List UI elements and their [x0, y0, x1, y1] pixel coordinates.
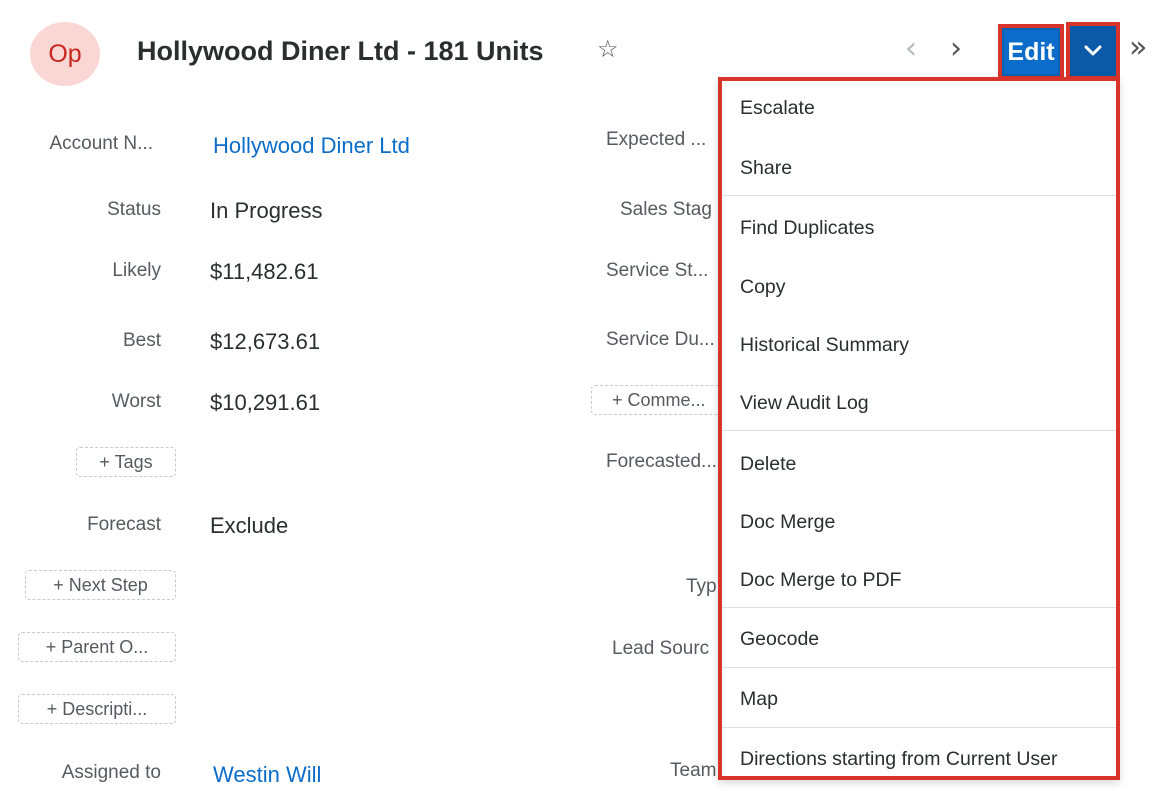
menu-item-doc-merge[interactable]: Doc Merge [740, 511, 835, 534]
menu-divider [722, 727, 1116, 728]
add-tags-button[interactable]: + Tags [76, 447, 176, 477]
double-chevron-right-icon[interactable]: » [1129, 33, 1147, 63]
add-description-button[interactable]: + Descripti... [18, 694, 176, 724]
menu-item-view-audit-log[interactable]: View Audit Log [740, 392, 869, 415]
menu-divider [722, 430, 1116, 431]
next-record-icon[interactable]: › [950, 34, 962, 64]
actions-dropdown-button[interactable] [1066, 22, 1120, 80]
account-name-link[interactable]: Hollywood Diner Ltd [213, 133, 410, 159]
menu-item-historical-summary[interactable]: Historical Summary [740, 334, 909, 357]
previous-record-icon[interactable]: ‹ [905, 34, 917, 64]
add-parent-opportunity-button[interactable]: + Parent O... [18, 632, 176, 662]
menu-item-map[interactable]: Map [740, 688, 778, 711]
edit-button[interactable]: Edit [998, 24, 1064, 80]
menu-item-escalate[interactable]: Escalate [740, 97, 815, 120]
menu-divider [722, 195, 1116, 196]
likely-value: $11,482.61 [210, 259, 319, 284]
status-value: In Progress [210, 198, 323, 223]
best-value: $12,673.61 [210, 329, 321, 354]
menu-divider [722, 667, 1116, 668]
cropped-caption [0, 0, 1155, 22]
assigned-to-label: Assigned to [61, 762, 161, 783]
actions-menu: Escalate Share Find Duplicates Copy Hist… [718, 77, 1120, 780]
add-comments-button[interactable]: + Comme... [591, 385, 726, 415]
teams-label: Team [670, 760, 717, 781]
account-name-label: Account N... [49, 133, 154, 154]
worst-label: Worst [111, 391, 161, 412]
record-title: Hollywood Diner Ltd - 181 Units [137, 36, 544, 66]
menu-item-find-duplicates[interactable]: Find Duplicates [740, 217, 874, 240]
worst-value: $10,291.61 [210, 390, 321, 415]
forecasted-label: Forecasted... [606, 451, 717, 472]
type-label: Typ [686, 576, 717, 597]
sales-stage-label: Sales Stag [620, 199, 712, 220]
menu-item-copy[interactable]: Copy [740, 276, 786, 299]
menu-divider [722, 607, 1116, 608]
expected-close-label: Expected ... [606, 129, 707, 150]
service-start-label: Service St... [606, 260, 709, 281]
service-duration-label: Service Du... [606, 329, 715, 350]
menu-item-share[interactable]: Share [740, 157, 792, 180]
forecast-label: Forecast [87, 514, 161, 535]
forecast-value: Exclude [210, 513, 289, 538]
menu-item-geocode[interactable]: Geocode [740, 628, 819, 651]
best-label: Best [122, 330, 161, 351]
menu-item-directions[interactable]: Directions starting from Current User [740, 748, 1058, 771]
module-avatar: Op [30, 22, 100, 86]
assigned-to-link[interactable]: Westin Will [213, 762, 321, 788]
status-label: Status [107, 199, 161, 220]
add-next-step-button[interactable]: + Next Step [25, 570, 176, 600]
menu-item-doc-merge-to-pdf[interactable]: Doc Merge to PDF [740, 569, 901, 592]
likely-label: Likely [112, 260, 161, 281]
lead-source-label: Lead Sourc [612, 638, 710, 659]
favorite-star-icon[interactable]: ☆ [597, 38, 619, 62]
chevron-down-icon [1084, 45, 1102, 56]
edit-button-label: Edit [1004, 30, 1058, 74]
menu-item-delete[interactable]: Delete [740, 453, 796, 476]
